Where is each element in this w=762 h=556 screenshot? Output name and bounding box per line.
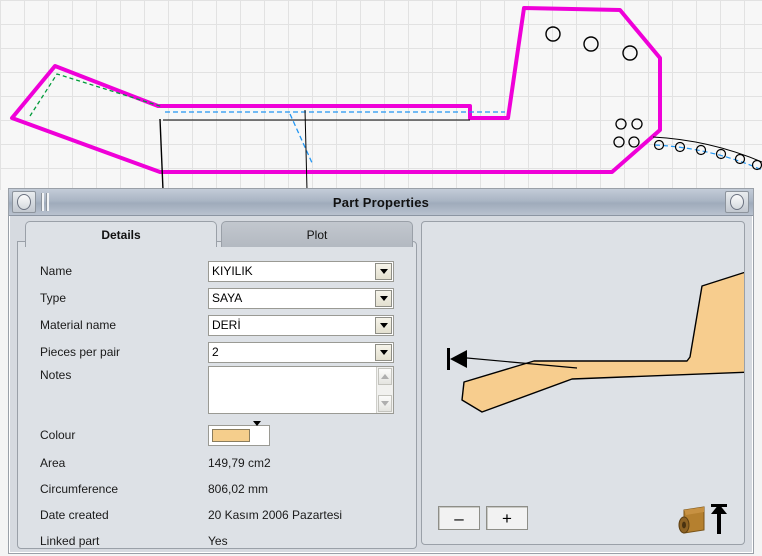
close-button[interactable]	[725, 191, 749, 213]
area-value: 149,79 cm2	[208, 456, 271, 470]
hole-marker	[631, 118, 643, 130]
material-name-dropdown-button[interactable]	[375, 316, 392, 334]
colour-picker[interactable]	[208, 420, 270, 446]
label-type: Type	[40, 291, 67, 305]
material-name-combobox[interactable]: DERİ	[208, 314, 394, 336]
stitch-guide-dashed	[654, 144, 762, 171]
chevron-down-icon	[253, 420, 261, 443]
row-type: Type SAYA	[18, 285, 416, 311]
hole-marker	[613, 136, 625, 148]
tab-strip: Details Plot	[25, 221, 421, 247]
linked-part-value: Yes	[208, 534, 228, 548]
stitch-guide-curve	[652, 136, 762, 163]
tab-details-label: Details	[101, 227, 141, 242]
dialog-body: Details Plot Name KIYILIK Type SAYA Mate…	[9, 215, 753, 553]
zoom-out-button[interactable]: –	[438, 506, 480, 530]
chevron-down-icon	[379, 349, 388, 355]
part-properties-dialog: Part Properties Details Plot Name KIYILI…	[8, 188, 754, 554]
internal-line-3	[304, 109, 308, 190]
label-area: Area	[40, 456, 66, 470]
stitch-marker	[715, 148, 727, 160]
row-area: Area 149,79 cm2	[18, 450, 416, 476]
cad-drawing-svg	[10, 6, 762, 190]
dialog-titlebar[interactable]: Part Properties	[9, 189, 753, 216]
grain-direction-arrow-icon[interactable]	[711, 504, 727, 534]
pieces-per-pair-dropdown-button[interactable]	[375, 343, 392, 361]
row-colour: Colour	[18, 420, 416, 448]
row-linked-part: Linked part Yes	[18, 528, 416, 554]
zoom-out-label: –	[454, 508, 464, 528]
construction-line-blue-2	[289, 113, 314, 166]
notes-scrollbar[interactable]	[376, 367, 393, 413]
material-name-value: DERİ	[212, 318, 241, 332]
details-tab-panel: Name KIYILIK Type SAYA Material name DER…	[17, 241, 417, 549]
details-pane: Details Plot Name KIYILIK Type SAYA Mate…	[9, 215, 421, 553]
part-preview[interactable]: – +	[421, 221, 745, 545]
preview-pane: – +	[421, 215, 753, 553]
hole-marker	[615, 118, 627, 130]
chevron-down-icon	[381, 401, 389, 406]
label-pieces-per-pair: Pieces per pair	[40, 345, 121, 359]
eyelet-marker	[545, 26, 561, 42]
part-outline-magenta	[10, 6, 662, 174]
scroll-up-button[interactable]	[378, 368, 392, 385]
scroll-down-button[interactable]	[378, 395, 392, 412]
label-material-name: Material name	[40, 318, 117, 332]
name-dropdown-button[interactable]	[375, 262, 392, 280]
chevron-down-icon	[379, 268, 388, 274]
name-combobox[interactable]: KIYILIK	[208, 260, 394, 282]
system-menu-button[interactable]	[12, 191, 36, 213]
row-notes: Notes	[18, 366, 416, 416]
date-created-value: 20 Kasım 2006 Pazartesi	[208, 508, 343, 522]
pieces-per-pair-value: 2	[212, 345, 219, 359]
notes-field[interactable]	[208, 366, 394, 414]
label-name: Name	[40, 264, 73, 278]
label-notes: Notes	[40, 368, 72, 382]
colour-swatch	[212, 428, 250, 442]
pieces-per-pair-combobox[interactable]: 2	[208, 341, 394, 363]
zoom-in-label: +	[502, 508, 512, 528]
zoom-in-button[interactable]: +	[486, 506, 528, 530]
chevron-down-icon	[379, 295, 388, 301]
grain-direction-arrow-icon	[450, 350, 467, 368]
tab-details[interactable]: Details	[25, 221, 217, 247]
name-value: KIYILIK	[212, 264, 253, 278]
tab-plot-label: Plot	[306, 227, 328, 242]
stitch-marker	[734, 153, 746, 165]
circumference-value: 806,02 mm	[208, 482, 269, 496]
label-date-created: Date created	[40, 508, 109, 522]
chevron-down-icon	[379, 322, 388, 328]
label-colour: Colour	[40, 428, 76, 442]
row-material-name: Material name DERİ	[18, 312, 416, 338]
titlebar-grip	[40, 193, 50, 211]
type-value: SAYA	[212, 291, 243, 305]
tab-plot[interactable]: Plot	[221, 221, 413, 247]
grain-arrow-tail	[447, 348, 450, 370]
row-circumference: Circumference 806,02 mm	[18, 476, 416, 502]
type-combobox[interactable]: SAYA	[208, 287, 394, 309]
close-icon	[730, 194, 744, 210]
chevron-up-icon	[381, 374, 389, 379]
row-pieces-per-pair: Pieces per pair 2	[18, 339, 416, 365]
colour-dropdown-button[interactable]	[253, 420, 269, 445]
label-circumference: Circumference	[40, 482, 119, 496]
label-linked-part: Linked part	[40, 534, 100, 548]
leather-roll-icon[interactable]	[678, 506, 705, 534]
system-menu-icon	[17, 194, 31, 210]
eyelet-marker	[583, 36, 599, 52]
part-preview-svg	[447, 271, 744, 413]
eyelet-marker	[622, 45, 638, 61]
internal-line-2	[159, 118, 164, 190]
grain-direction-controls[interactable]	[674, 502, 730, 536]
dialog-title: Part Properties	[332, 194, 430, 210]
hole-marker	[628, 136, 640, 148]
row-date-created: Date created 20 Kasım 2006 Pazartesi	[18, 502, 416, 528]
row-name: Name KIYILIK	[18, 258, 416, 284]
cad-drawing-canvas[interactable]	[0, 0, 762, 190]
part-preview-shape	[461, 271, 744, 413]
type-dropdown-button[interactable]	[375, 289, 392, 307]
